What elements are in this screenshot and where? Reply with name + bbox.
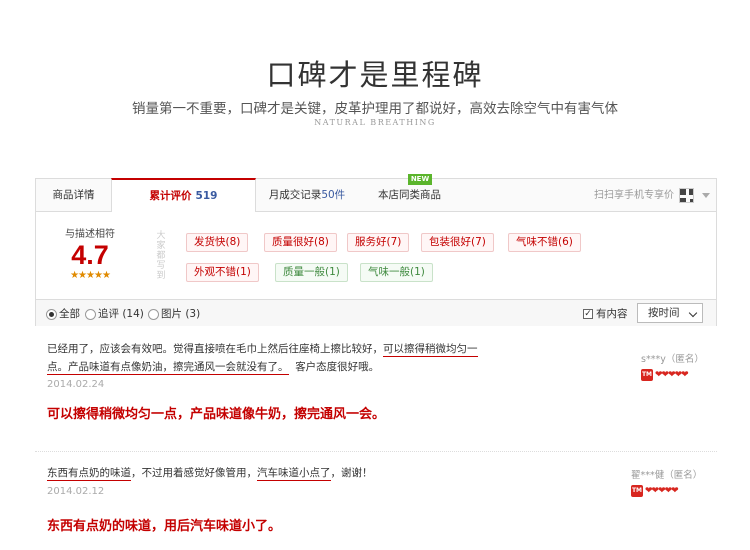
impression-tag[interactable]: 服务好(7) xyxy=(347,233,410,252)
tab-reviews-label: 累计评价 xyxy=(149,190,192,202)
mobile-price-link[interactable]: 扫扫享手机专享价 xyxy=(594,179,674,212)
impression-tag[interactable]: 质量很好(8) xyxy=(264,233,337,252)
rating-summary: 与描述相符 4.7 ★★★★★ xyxy=(50,225,130,285)
tab-sales-records[interactable]: 月成交记录50件 xyxy=(257,179,357,212)
review-highlight: 点。产品味道有点像奶油，擦完通风一会就没有了。 xyxy=(47,361,289,375)
filter-images-radio[interactable]: 图片 (3) xyxy=(148,307,200,321)
review-content-line: 点。产品味道有点像奶油，擦完通风一会就没有了。 客户态度很好哦。 xyxy=(47,359,379,376)
reviewer-name: 翟***健（匿名） xyxy=(631,470,703,481)
sort-select[interactable]: 按时间 xyxy=(637,303,703,323)
review-content-line: 已经用了，应该会有效吧。觉得直接喷在毛巾上然后往座椅上擦比较好，可以擦得稍微均匀… xyxy=(47,341,478,358)
filter-followup-radio[interactable]: 追评 (14) xyxy=(85,307,144,321)
hero-english-caption: NATURAL BREATHING xyxy=(314,118,436,127)
review-summary: 东西有点奶的味道，用后汽车味道小了。 xyxy=(47,519,282,534)
chevron-down-icon[interactable] xyxy=(702,193,710,198)
filter-bar: 全部 追评 (14) 图片 (3) ✓ 有内容 按时间 xyxy=(36,299,716,326)
review-date: 2014.02.24 xyxy=(47,379,105,390)
tab-sales-label: 月成交记录 xyxy=(268,189,322,201)
rating-score: 4.7 xyxy=(71,240,109,270)
review-highlight: 可以擦得稍微均匀一 xyxy=(383,343,478,357)
tab-reviews-count: 519 xyxy=(195,190,218,202)
tmall-logo-icon: TM xyxy=(631,485,643,497)
review-date: 2014.02.12 xyxy=(47,486,105,497)
divider xyxy=(35,451,717,452)
sort-select-value: 按时间 xyxy=(648,307,680,319)
tab-sales-count: 50件 xyxy=(321,189,346,201)
checkbox-checked-icon: ✓ xyxy=(583,309,593,319)
heart-level-icon: ❤❤❤❤❤ xyxy=(645,486,679,496)
review-summary: 可以擦得稍微均匀一点，产品味道像牛奶，擦完通风一会。 xyxy=(47,407,386,422)
rating-stars-icon: ★★★★★ xyxy=(70,270,111,281)
impression-tag[interactable]: 气味不错(6) xyxy=(508,233,581,252)
review-panel: 商品详情 累计评价 519 月成交记录50件 本店同类商品 NEW 扫扫享手机专享… xyxy=(35,174,717,326)
review-text: ，谢谢！ xyxy=(330,467,373,479)
new-badge: NEW xyxy=(408,174,432,185)
hero-subtitle: 销量第一不重要，口碑才是关键，皮革护理用了都说好，高效去除空气中有害气体 xyxy=(132,101,618,117)
review-text: 客户态度很好哦。 xyxy=(295,361,380,373)
review-text: ，不过用着感觉好像管用， xyxy=(131,467,257,479)
impressions-label: 大家都写到 xyxy=(156,231,166,281)
rating-label: 与描述相符 xyxy=(65,229,115,240)
review-highlight: 汽车味道小点了 xyxy=(257,467,331,481)
impression-tag[interactable]: 发货快(8) xyxy=(186,233,249,252)
heart-level-icon: ❤❤❤❤❤ xyxy=(655,370,689,380)
qr-code-icon[interactable] xyxy=(679,188,694,203)
review-content-line: 东西有点奶的味道，不过用着感觉好像管用，汽车味道小点了，谢谢！ xyxy=(47,465,373,482)
impression-tag[interactable]: 包装很好(7) xyxy=(421,233,494,252)
reviewer-name: s***y（匿名） xyxy=(641,354,704,365)
review-text: 已经用了，应该会有效吧。觉得直接喷在毛巾上然后往座椅上擦比较好， xyxy=(47,343,383,355)
impression-tag[interactable]: 质量一般(1) xyxy=(275,263,348,282)
hero-banner: 口碑才是里程碑 销量第一不重要，口碑才是关键，皮革护理用了都说好，高效去除空气中… xyxy=(0,0,750,140)
hero-title: 口碑才是里程碑 xyxy=(266,58,484,92)
tab-reviews[interactable]: 累计评价 519 xyxy=(111,178,256,212)
chevron-down-icon xyxy=(688,308,698,318)
has-content-label: 有内容 xyxy=(596,308,628,320)
has-content-checkbox[interactable]: ✓ 有内容 xyxy=(583,307,628,321)
impression-tag[interactable]: 气味一般(1) xyxy=(360,263,433,282)
filter-all-radio[interactable]: 全部 xyxy=(46,307,80,321)
reviewer-badge: TM ❤❤❤❤❤ xyxy=(631,485,703,497)
tab-bar: 商品详情 累计评价 519 月成交记录50件 本店同类商品 NEW 扫扫享手机专享… xyxy=(36,174,716,212)
review-highlight: 东西有点奶的味道 xyxy=(47,467,131,481)
tab-product-details[interactable]: 商品详情 xyxy=(36,179,111,212)
impression-tag[interactable]: 外观不错(1) xyxy=(186,263,259,282)
reviewer-badge: TM ❤❤❤❤❤ xyxy=(641,369,713,381)
tmall-logo-icon: TM xyxy=(641,369,653,381)
